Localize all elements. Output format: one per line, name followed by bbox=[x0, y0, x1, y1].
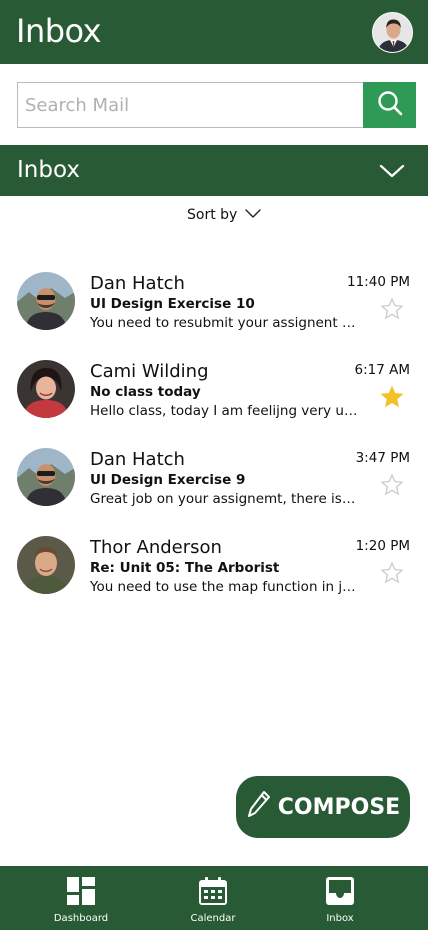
nav-label: Calendar bbox=[190, 913, 236, 924]
chevron-down-icon[interactable] bbox=[376, 159, 408, 183]
avatar bbox=[17, 536, 75, 594]
message-sender: Dan Hatch bbox=[90, 273, 185, 294]
message-time: 3:47 PM bbox=[355, 450, 410, 466]
compose-button[interactable]: COMPOSE bbox=[236, 776, 410, 838]
avatar bbox=[17, 272, 75, 330]
chevron-down-icon bbox=[245, 207, 262, 223]
sort-label: Sort by bbox=[187, 207, 238, 223]
message-row[interactable]: Cami Wilding No class today Hello class,… bbox=[0, 360, 428, 444]
message-preview: You need to use the map function in java… bbox=[90, 579, 358, 595]
pencil-icon bbox=[246, 789, 272, 825]
message-subject: No class today bbox=[90, 384, 201, 400]
star-icon[interactable] bbox=[380, 561, 404, 585]
nav-dashboard[interactable]: Dashboard bbox=[26, 866, 136, 930]
sort-dropdown[interactable]: Sort by bbox=[187, 207, 262, 223]
message-time: 11:40 PM bbox=[347, 274, 410, 290]
avatar bbox=[17, 360, 75, 418]
bottom-navigation: Dashboard Calendar Inbox bbox=[0, 866, 428, 930]
inbox-icon bbox=[325, 876, 355, 906]
search-input[interactable] bbox=[17, 82, 363, 128]
avatar bbox=[17, 448, 75, 506]
search-icon bbox=[376, 89, 404, 122]
nav-label: Inbox bbox=[326, 913, 354, 924]
compose-label: COMPOSE bbox=[277, 794, 401, 820]
message-preview: Great job on your assignemt, there is ju… bbox=[90, 491, 358, 507]
message-preview: Hello class, today I am feelijng very un… bbox=[90, 403, 358, 419]
message-row[interactable]: Dan Hatch UI Design Exercise 10 You need… bbox=[0, 272, 428, 356]
message-subject: UI Design Exercise 10 bbox=[90, 296, 255, 312]
message-row[interactable]: Dan Hatch UI Design Exercise 9 Great job… bbox=[0, 448, 428, 532]
folder-selector[interactable]: Inbox bbox=[0, 145, 428, 196]
user-avatar[interactable] bbox=[372, 12, 413, 53]
star-icon[interactable] bbox=[380, 297, 404, 321]
message-subject: Re: Unit 05: The Arborist bbox=[90, 560, 280, 576]
message-sender: Thor Anderson bbox=[90, 537, 222, 558]
app-header: Inbox bbox=[0, 0, 428, 64]
nav-label: Dashboard bbox=[53, 913, 109, 924]
message-subject: UI Design Exercise 9 bbox=[90, 472, 246, 488]
message-time: 1:20 PM bbox=[355, 538, 410, 554]
dashboard-icon bbox=[66, 876, 96, 906]
star-icon[interactable] bbox=[380, 473, 404, 497]
search-button[interactable] bbox=[363, 82, 416, 128]
message-time: 6:17 AM bbox=[354, 362, 411, 378]
nav-calendar[interactable]: Calendar bbox=[158, 866, 268, 930]
star-icon[interactable] bbox=[380, 385, 404, 409]
folder-title: Inbox bbox=[17, 157, 80, 183]
calendar-icon bbox=[198, 876, 228, 906]
message-preview: You need to resubmit your assignent you … bbox=[90, 315, 358, 331]
message-sender: Cami Wilding bbox=[90, 361, 209, 382]
message-row[interactable]: Thor Anderson Re: Unit 05: The Arborist … bbox=[0, 536, 428, 620]
page-title: Inbox bbox=[16, 12, 102, 50]
nav-inbox[interactable]: Inbox bbox=[285, 866, 395, 930]
message-sender: Dan Hatch bbox=[90, 449, 185, 470]
